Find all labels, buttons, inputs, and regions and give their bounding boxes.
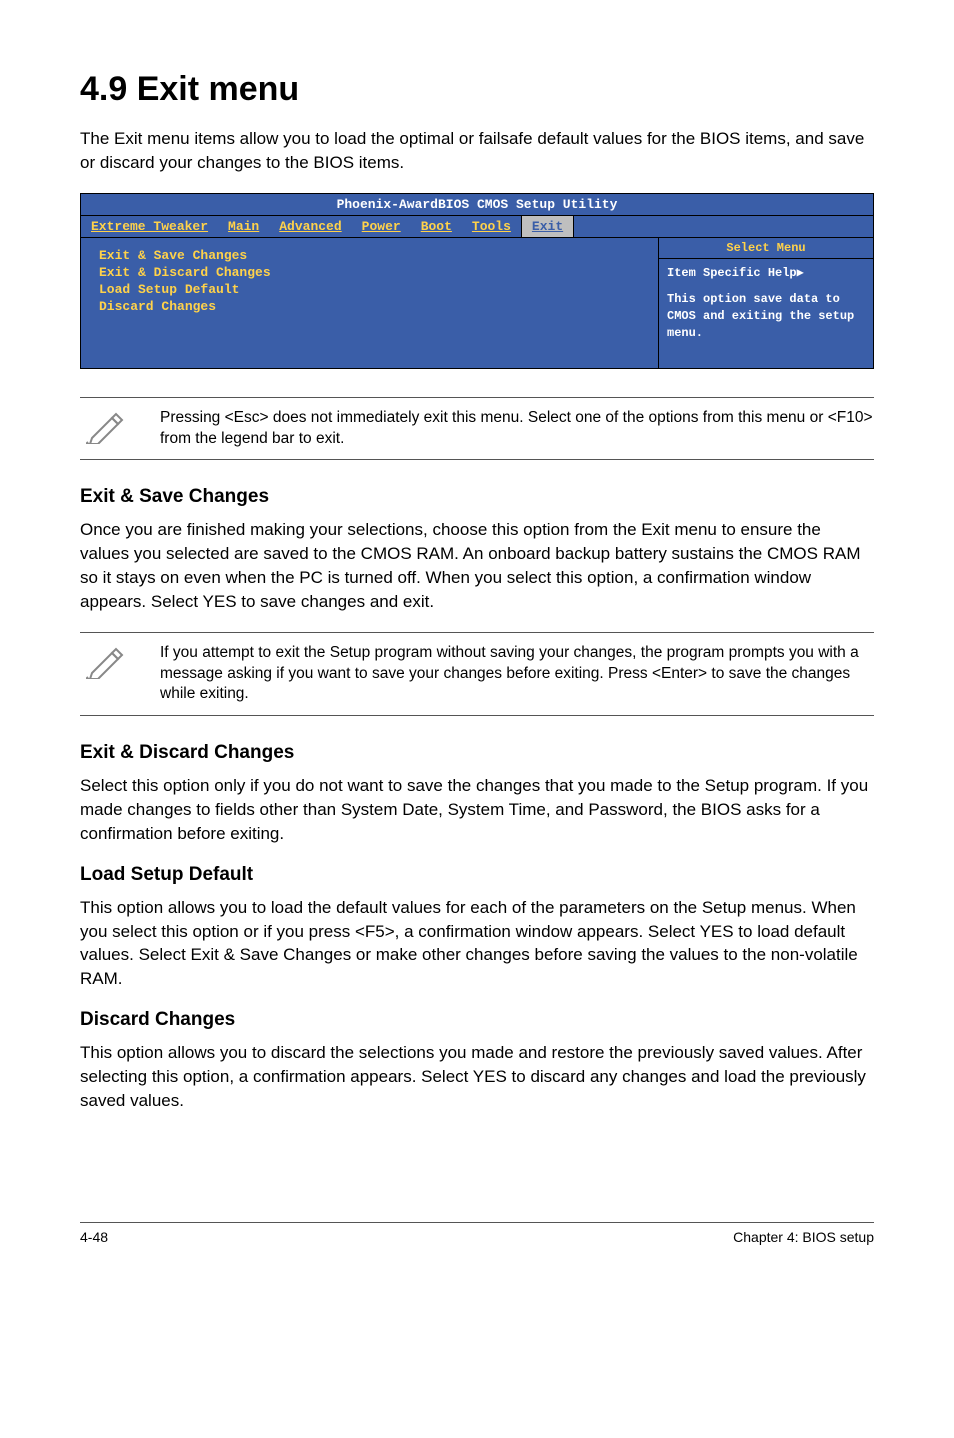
page-footer: 4-48 Chapter 4: BIOS setup [80,1222,874,1245]
section1-title: Exit & Save Changes [80,486,874,508]
section3-title: Load Setup Default [80,864,874,886]
bios-menu-extreme[interactable]: Extreme Tweaker [81,216,218,237]
pencil-icon [86,645,126,684]
bios-menu-exit[interactable]: Exit [521,216,574,237]
bios-options: Exit & Save Changes Exit & Discard Chang… [81,238,658,368]
bios-menubar: Extreme Tweaker Main Advanced Power Boot… [81,216,873,238]
footer-chapter: Chapter 4: BIOS setup [733,1229,874,1245]
bios-screenshot: Phoenix-AwardBIOS CMOS Setup Utility Ext… [80,193,874,369]
note-text-2: If you attempt to exit the Setup program… [160,643,874,706]
page-heading: 4.9 Exit menu [80,70,874,109]
section4-title: Discard Changes [80,1009,874,1031]
bios-item[interactable]: Discard Changes [99,299,640,314]
bios-title: Phoenix-AwardBIOS CMOS Setup Utility [81,194,873,215]
note-block-1: Pressing <Esc> does not immediately exit… [80,397,874,461]
section1-body: Once you are finished making your select… [80,518,874,613]
bios-help-title: Item Specific Help▶ [667,265,865,282]
note-text-1: Pressing <Esc> does not immediately exit… [160,408,874,450]
section2-body: Select this option only if you do not wa… [80,774,874,845]
bios-help-body: This option save data to CMOS and exitin… [667,291,865,341]
section2-title: Exit & Discard Changes [80,742,874,764]
bios-menu-boot[interactable]: Boot [411,216,462,237]
bios-sidebar-title: Select Menu [659,238,873,259]
bios-item[interactable]: Exit & Discard Changes [99,265,640,280]
pencil-icon [86,410,126,449]
footer-page-number: 4-48 [80,1229,108,1245]
bios-item[interactable]: Exit & Save Changes [99,248,640,263]
section3-body: This option allows you to load the defau… [80,896,874,991]
note-block-2: If you attempt to exit the Setup program… [80,632,874,717]
bios-item[interactable]: Load Setup Default [99,282,640,297]
intro-text: The Exit menu items allow you to load th… [80,127,874,175]
bios-menu-power[interactable]: Power [352,216,411,237]
bios-menu-advanced[interactable]: Advanced [269,216,351,237]
bios-menu-main[interactable]: Main [218,216,269,237]
section4-body: This option allows you to discard the se… [80,1041,874,1112]
bios-menu-tools[interactable]: Tools [462,216,521,237]
